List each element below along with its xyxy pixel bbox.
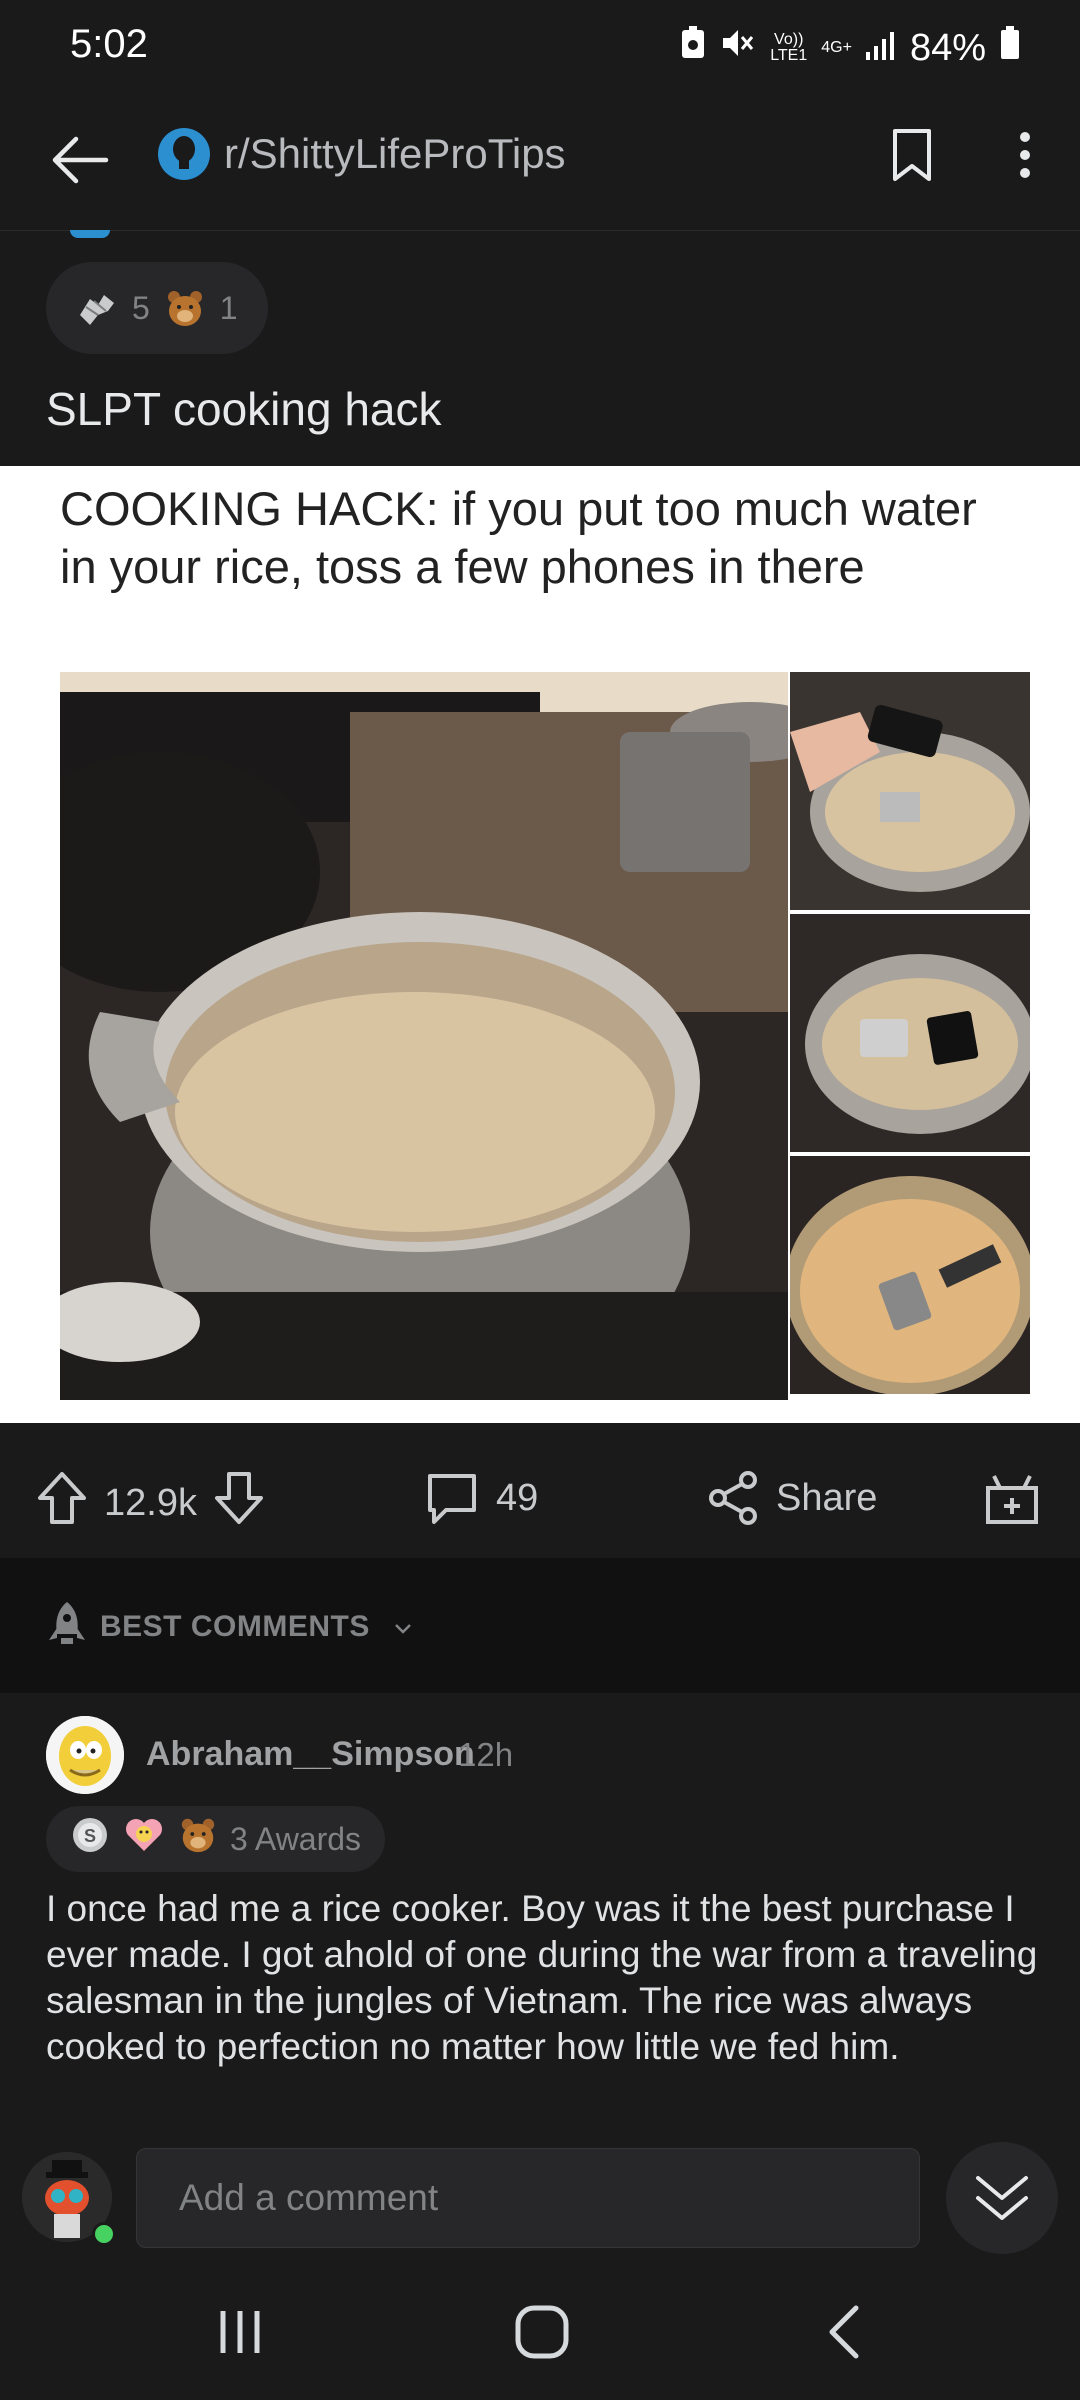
bear-award-icon [164, 287, 206, 329]
recent-apps-button[interactable] [180, 2282, 300, 2382]
add-comment-input[interactable]: Add a comment [136, 2148, 920, 2248]
battery-icon [1000, 26, 1020, 70]
subreddit-icon[interactable] [158, 128, 210, 180]
save-button[interactable] [882, 120, 942, 190]
give-award-button[interactable] [984, 1470, 1040, 1526]
vote-score: 12.9k [104, 1481, 197, 1524]
downvote-arrow-icon [214, 1472, 263, 1524]
double-chevron-down-icon [976, 2176, 1028, 2220]
more-vertical-icon [1020, 132, 1030, 178]
post-title: SLPT cooking hack [46, 383, 442, 435]
share-icon [709, 1471, 757, 1525]
online-status-indicator [92, 2222, 116, 2246]
award-count: 5 [132, 289, 150, 326]
more-options-button[interactable] [1000, 120, 1050, 190]
image-caption: COOKING HACK: if you put too much water … [60, 482, 977, 593]
silver-coin-award-icon: S [70, 1815, 110, 1863]
chevron-down-icon [393, 1610, 413, 1644]
award-count: 1 [219, 289, 238, 326]
subreddit-name[interactable]: r/ShittyLifeProTips [224, 130, 566, 178]
comment-timestamp: 12h [458, 1736, 514, 1773]
bookmark-icon [893, 129, 931, 181]
status-time: 5:02 [70, 22, 148, 66]
comments-button[interactable]: 49 [424, 1470, 538, 1526]
status-icons: Vo)) LTE1 4G+ 84% [680, 22, 1020, 74]
comment-author[interactable]: Abraham__Simpson [146, 1735, 475, 1774]
bear-award-icon [178, 1815, 218, 1863]
network-type: 4G+ [821, 39, 852, 56]
silver-hands-award-icon [76, 287, 118, 329]
wholesome-heart-award-icon [122, 1815, 166, 1863]
gift-icon [986, 1475, 1038, 1524]
downvote-button[interactable] [213, 1470, 265, 1536]
vote-controls: 12.9k [36, 1470, 265, 1536]
home-button[interactable] [482, 2282, 602, 2382]
back-button[interactable] [40, 120, 120, 200]
mute-icon [720, 26, 756, 70]
home-icon [515, 2305, 569, 2359]
recent-apps-icon [220, 2311, 260, 2353]
upvote-arrow-icon [38, 1472, 86, 1524]
signal-icon [865, 27, 896, 70]
rocket-icon [46, 1600, 88, 1655]
share-button[interactable]: Share [708, 1470, 877, 1526]
sort-dropdown[interactable]: BEST COMMENTS [100, 1610, 413, 1644]
volte-indicator: Vo)) LTE1 [770, 31, 808, 64]
chevron-left-icon [829, 2305, 859, 2359]
collapse-threads-button[interactable] [946, 2142, 1058, 2254]
comment-body: I once had me a rice cooker. Boy was it … [46, 1888, 1038, 2067]
battery-saver-icon [680, 26, 706, 70]
upvote-button[interactable] [36, 1470, 88, 1536]
comment-bubble-icon [428, 1474, 476, 1524]
comment-awards[interactable]: S 3 Awards [46, 1806, 386, 1872]
system-back-button[interactable] [784, 2282, 904, 2382]
commenter-avatar[interactable] [46, 1716, 124, 1794]
share-label: Share [776, 1476, 878, 1519]
battery-percent: 84% [909, 26, 986, 69]
cooked-rice-photo [790, 1156, 1030, 1394]
arrow-left-icon [52, 136, 109, 184]
awards-count-label: 3 Awards [230, 1820, 362, 1857]
comment-count: 49 [496, 1476, 539, 1519]
sort-label: BEST COMMENTS [100, 1610, 370, 1643]
author-avatar-partial [70, 230, 110, 238]
phones-in-rice-photo [790, 914, 1030, 1152]
rice-pot-photo [60, 672, 788, 1400]
svg-text:S: S [84, 1826, 96, 1846]
post-awards[interactable]: 5 1 [46, 262, 268, 354]
lightbulb-icon [173, 136, 195, 169]
phone-dropped-photo [790, 672, 1030, 910]
